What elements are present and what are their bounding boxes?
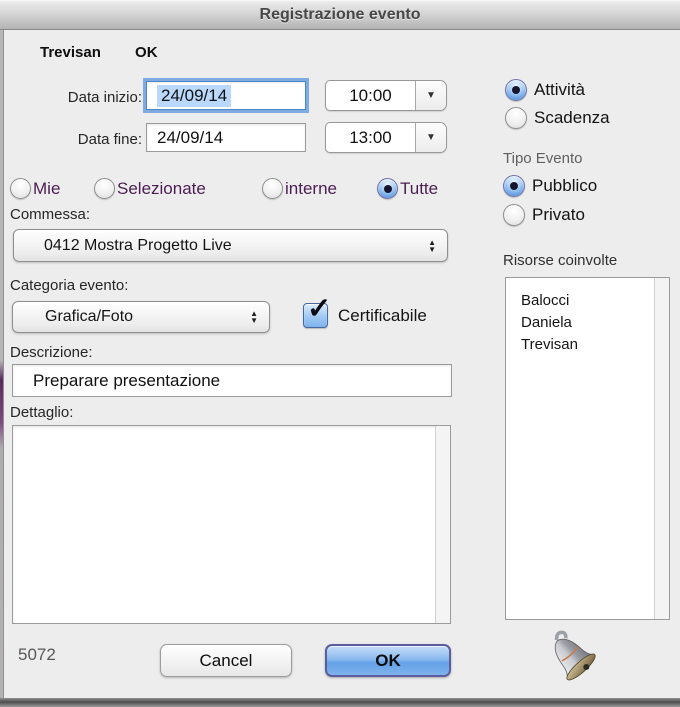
radio-circle — [262, 178, 283, 199]
descrizione-value: Preparare presentazione — [33, 370, 221, 390]
data-fine-label: Data fine: — [77, 131, 142, 148]
chevron-down-icon: ▼ — [426, 90, 436, 101]
risorse-coinvolte-label: Risorse coinvolte — [503, 252, 618, 269]
window-title: Registrazione evento — [259, 5, 421, 23]
list-item[interactable]: Daniela — [521, 312, 669, 334]
radio-circle — [505, 107, 527, 129]
time-start-dropdown-button[interactable]: ▼ — [415, 81, 446, 110]
time-start-value: 10:00 — [349, 85, 392, 105]
dettaglio-label: Dettaglio: — [10, 404, 74, 421]
descrizione-label: Descrizione: — [10, 344, 93, 361]
radio-attivita-label: Attività — [534, 80, 586, 99]
radio-pubblico[interactable]: Pubblico — [503, 175, 597, 197]
stepper-down-icon: ▼ — [428, 244, 436, 254]
radio-attivita[interactable]: Attività — [505, 79, 585, 101]
dettaglio-textarea[interactable] — [12, 425, 451, 624]
data-inizio-field[interactable]: 24/09/14 — [146, 81, 306, 110]
radio-scadenza[interactable]: Scadenza — [505, 107, 610, 129]
categoria-popup[interactable]: Grafica/Foto ▲ ▼ — [12, 301, 270, 333]
radio-interne-label: interne — [285, 178, 337, 198]
status-text: OK — [135, 44, 158, 61]
radio-circle-selected — [503, 175, 525, 197]
data-fine-value: 24/09/14 — [157, 127, 224, 147]
time-end-value: 13:00 — [349, 127, 392, 147]
radio-tutte[interactable]: Tutte — [377, 178, 438, 199]
radio-interne[interactable]: interne — [262, 178, 337, 199]
header-user-line: Trevisan OK — [40, 44, 158, 61]
stepper-icon: ▲ ▼ — [250, 310, 258, 325]
stepper-down-icon: ▼ — [250, 316, 258, 325]
commessa-label: Commessa: — [10, 206, 91, 223]
radio-circle — [10, 178, 31, 199]
radio-privato-label: Privato — [532, 205, 585, 224]
radio-circle — [94, 178, 115, 199]
time-end-combo[interactable]: 13:00 ▼ — [325, 122, 447, 153]
bell-icon[interactable] — [542, 627, 602, 687]
ok-button-label: OK — [375, 650, 401, 670]
radio-circle-selected — [377, 178, 398, 199]
descrizione-field[interactable]: Preparare presentazione — [12, 364, 452, 397]
radio-scadenza-label: Scadenza — [534, 108, 610, 127]
radio-selezionate[interactable]: Selezionate — [94, 178, 206, 199]
commessa-popup[interactable]: 0412 Mostra Progetto Live ▲ ▼ — [13, 229, 448, 262]
registrazione-evento-dialog: { "window": { "title": "Registrazione ev… — [0, 0, 680, 707]
check-icon: ✓ — [307, 293, 332, 325]
time-end-dropdown-button[interactable]: ▼ — [415, 123, 446, 152]
bell-icon-svg — [554, 630, 596, 681]
list-item[interactable]: Balocci — [521, 290, 669, 312]
radio-privato[interactable]: Privato — [503, 204, 585, 226]
list-item[interactable]: Trevisan — [521, 334, 669, 356]
commessa-value: 0412 Mostra Progetto Live — [44, 236, 232, 254]
cancel-button[interactable]: Cancel — [160, 644, 292, 677]
cancel-button-label: Cancel — [199, 650, 253, 670]
window-bottom-edge — [0, 698, 680, 707]
certificabile-label: Certificabile — [338, 306, 427, 325]
scrollbar[interactable] — [435, 426, 450, 623]
categoria-value: Grafica/Foto — [45, 308, 134, 325]
title-bar[interactable]: Registrazione evento — [0, 0, 680, 30]
radio-circle-selected — [505, 79, 527, 101]
radio-mie[interactable]: Mie — [10, 178, 60, 199]
user-name: Trevisan — [40, 44, 101, 61]
risorse-listbox[interactable]: Balocci Daniela Trevisan — [505, 277, 670, 620]
data-fine-field[interactable]: 24/09/14 — [146, 123, 306, 152]
radio-circle — [503, 204, 525, 226]
data-inizio-value: 24/09/14 — [157, 84, 232, 107]
categoria-label: Categoria evento: — [10, 277, 129, 294]
chevron-down-icon: ▼ — [426, 132, 436, 143]
time-start-combo[interactable]: 10:00 ▼ — [325, 80, 447, 111]
radio-tutte-label: Tutte — [400, 178, 439, 198]
certificabile-checkbox[interactable]: ✓ — [303, 293, 331, 328]
tipo-evento-label: Tipo Evento — [503, 150, 583, 167]
radio-selezionate-label: Selezionate — [117, 178, 206, 198]
background-window-edge — [0, 30, 4, 707]
radio-pubblico-label: Pubblico — [532, 176, 598, 195]
record-code: 5072 — [18, 645, 56, 664]
ok-button[interactable]: OK — [325, 644, 451, 677]
data-inizio-label: Data inizio: — [67, 89, 142, 106]
scrollbar[interactable] — [654, 278, 669, 619]
stepper-icon: ▲ ▼ — [428, 238, 436, 254]
radio-mie-label: Mie — [33, 178, 61, 198]
